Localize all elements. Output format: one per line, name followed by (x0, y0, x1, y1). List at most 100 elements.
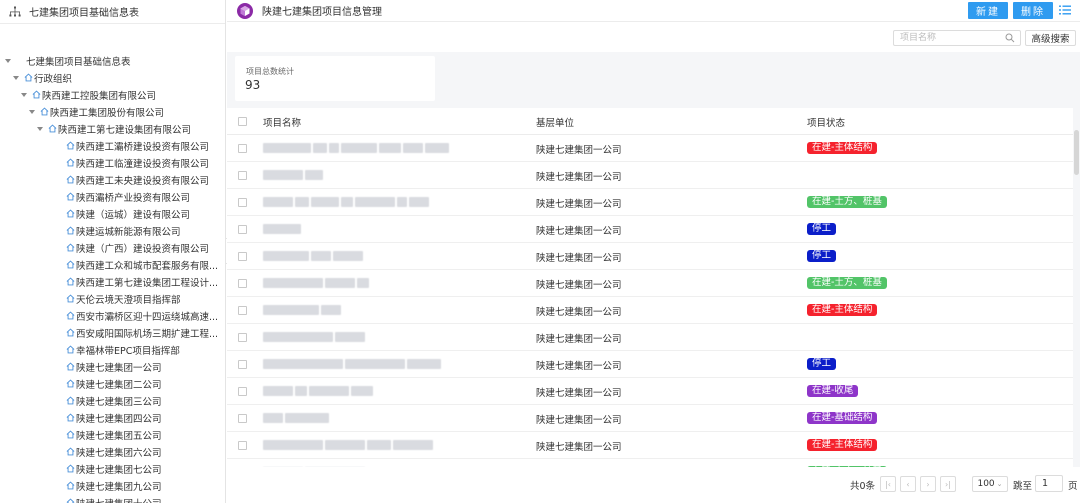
tree-node[interactable]: 西安市灞桥区迎十四运绕城高速... (66, 307, 218, 324)
tree-node[interactable]: 陕建七建集团六公司 (66, 443, 162, 460)
table-row[interactable]: 陕建七建集团一公司 在建-主体结构 (227, 135, 1073, 162)
tree-node[interactable]: 陕西建工未央建设投资有限公司 (66, 171, 209, 188)
table-row[interactable]: 陕建七建集团一公司 在建-主体结构 (227, 432, 1073, 459)
row-checkbox[interactable] (238, 171, 247, 180)
search-input[interactable]: 项目名称 (893, 30, 1021, 46)
last-page-button[interactable]: ›| (940, 476, 956, 492)
caret-down-icon[interactable] (21, 92, 27, 97)
jump-page-input[interactable]: 1 (1035, 475, 1063, 492)
next-page-button[interactable]: › (920, 476, 936, 492)
tree-node[interactable]: 陕建七建集团十公司 (66, 494, 162, 503)
redacted-text-block (263, 332, 333, 342)
tree-node-label: 陕建七建集团四公司 (76, 413, 162, 425)
tree-node[interactable]: 天伦云境天澄项目指挥部 (66, 290, 181, 307)
tree-node[interactable]: 陕建七建集团四公司 (66, 409, 162, 426)
page-size-select[interactable]: 100 ⌄ (972, 476, 1008, 492)
table-row[interactable]: 陕建七建集团一公司 停工 (227, 216, 1073, 243)
tree-node[interactable]: 七建集团项目基础信息表 (5, 52, 131, 69)
table-row[interactable]: 陕建七建集团一公司 在建-收尾 (227, 378, 1073, 405)
caret-down-icon[interactable] (5, 58, 11, 63)
tree-node[interactable]: 陕建七建集团五公司 (66, 426, 162, 443)
table-row[interactable]: 陕建七建集团一公司在建-土方、桩基 (227, 270, 1073, 297)
row-checkbox[interactable] (238, 441, 247, 450)
tree-node[interactable]: 西安咸阳国际机场三期扩建工程... (66, 324, 218, 341)
tree-node[interactable]: 陕西建工第七建设集团有限公司 (37, 120, 191, 137)
row-checkbox[interactable] (238, 387, 247, 396)
prev-page-button[interactable]: ‹ (900, 476, 916, 492)
caret-down-icon[interactable] (37, 126, 43, 131)
row-checkbox[interactable] (238, 414, 247, 423)
base-unit-cell: 陕建七建集团一公司 (536, 442, 622, 453)
table-row[interactable]: 陕建七建集团一公司在建-土方、桩基 (227, 459, 1073, 467)
project-name-redacted (263, 359, 441, 369)
tree-node[interactable]: 陕建七建集团七公司 (66, 460, 162, 477)
tree-node[interactable]: 陕建七建集团九公司 (66, 477, 162, 494)
table-header: 项目名称 基层单位 项目状态 (227, 108, 1073, 135)
tree-node[interactable]: 陕西建工第七建设集团工程设计... (66, 273, 218, 290)
row-checkbox[interactable] (238, 252, 247, 261)
tree-node[interactable]: 陕建七建集团三公司 (66, 392, 162, 409)
table-row[interactable]: 陕建七建集团一公司 在建-基础结构 (227, 405, 1073, 432)
table-row[interactable]: 陕建七建集团一公司 停工 (227, 243, 1073, 270)
redacted-text-block (285, 413, 329, 423)
redacted-text-block (263, 413, 283, 423)
tree-node[interactable]: 陕西建工临潼建设投资有限公司 (66, 154, 209, 171)
home-icon (66, 192, 75, 201)
status-badge: 停工 (807, 358, 837, 370)
project-name-redacted (263, 278, 369, 288)
search-icon[interactable] (1005, 33, 1015, 43)
delete-button[interactable]: 删除 (1013, 2, 1053, 19)
home-icon (66, 311, 75, 320)
base-unit-cell: 陕建七建集团一公司 (536, 334, 622, 345)
tree-node[interactable]: 陕建七建集团二公司 (66, 375, 162, 392)
tree-node-label: 陕建七建集团三公司 (76, 396, 162, 408)
advanced-search-button[interactable]: 高级搜索 (1025, 30, 1076, 46)
tree-node-label: 陕建七建集团六公司 (76, 447, 162, 459)
redacted-text-block (263, 359, 343, 369)
column-header-name[interactable]: 项目名称 (263, 115, 301, 129)
table-row[interactable]: 陕建七建集团一公司 (227, 324, 1073, 351)
tree-node[interactable]: 陕西建工集团股份有限公司 (29, 103, 164, 120)
table-row[interactable]: 陕建七建集团一公司 在建-主体结构 (227, 297, 1073, 324)
base-unit-cell: 陕建七建集团一公司 (536, 172, 622, 183)
table-row[interactable]: 陕建七建集团一公司 (227, 162, 1073, 189)
select-all-checkbox[interactable] (238, 117, 247, 126)
tree-node[interactable]: 陕西建工灞桥建设投资有限公司 (66, 137, 209, 154)
tree-node-label: 陕建七建集团七公司 (76, 464, 162, 476)
column-header-status[interactable]: 项目状态 (807, 115, 845, 129)
tree-node[interactable]: 陕建七建集团一公司 (66, 358, 162, 375)
tree-node-label: 陕西建工灞桥建设投资有限公司 (76, 141, 210, 153)
caret-down-icon[interactable] (13, 75, 19, 80)
caret-down-icon[interactable] (29, 109, 35, 114)
column-header-unit[interactable]: 基层单位 (536, 115, 574, 129)
tree-node[interactable]: 陕西建工控股集团有限公司 (21, 86, 156, 103)
org-tree-icon (9, 6, 21, 18)
table-scrollbar[interactable] (1074, 130, 1079, 175)
redacted-text-block (325, 440, 365, 450)
tree-node[interactable]: 行政组织 (13, 69, 72, 86)
home-icon (66, 158, 75, 167)
tree-node[interactable]: 陕建（运城）建设有限公司 (66, 205, 190, 222)
table-row[interactable]: 陕建七建集团一公司 停工 (227, 351, 1073, 378)
tree-node[interactable]: 陕西建工众和城市配套服务有限... (66, 256, 218, 273)
table-row[interactable]: 陕建七建集团一公司在建-土方、桩基 (227, 189, 1073, 216)
home-icon (66, 277, 75, 286)
tree-node[interactable]: 陕建运城新能源有限公司 (66, 222, 181, 239)
home-icon (66, 345, 75, 354)
tree-node[interactable]: 陕西灞桥产业投资有限公司 (66, 188, 190, 205)
home-icon (66, 413, 75, 422)
first-page-button[interactable]: |‹ (880, 476, 896, 492)
row-checkbox[interactable] (238, 225, 247, 234)
list-menu-icon[interactable] (1059, 4, 1071, 16)
row-checkbox[interactable] (238, 198, 247, 207)
tree-node[interactable]: 幸福林带EPC项目指挥部 (66, 341, 180, 358)
base-unit-cell: 陕建七建集团一公司 (536, 361, 622, 372)
row-checkbox[interactable] (238, 279, 247, 288)
pagination-bar: 共0条 |‹ ‹ › ›| 100 ⌄ 跳至 1 页 (227, 467, 1080, 503)
row-checkbox[interactable] (238, 360, 247, 369)
row-checkbox[interactable] (238, 306, 247, 315)
new-button[interactable]: 新建 (968, 2, 1008, 19)
row-checkbox[interactable] (238, 333, 247, 342)
tree-node[interactable]: 陕建（广西）建设投资有限公司 (66, 239, 209, 256)
row-checkbox[interactable] (238, 144, 247, 153)
